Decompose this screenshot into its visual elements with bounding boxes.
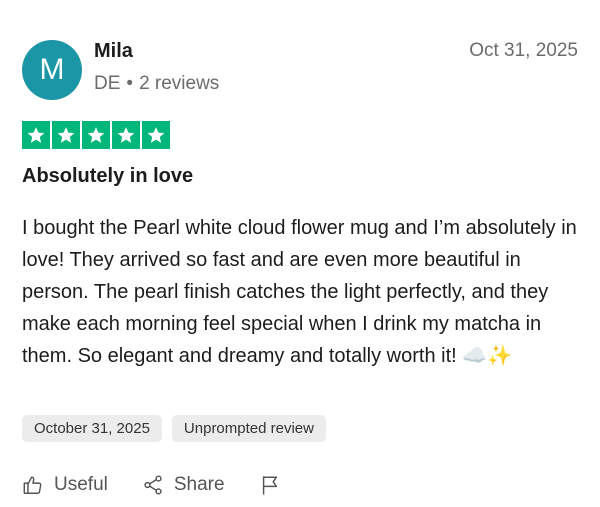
report-button[interactable]	[259, 473, 281, 497]
review-body: I bought the Pearl white cloud flower mu…	[22, 217, 577, 367]
share-icon	[142, 474, 164, 496]
share-button[interactable]: Share	[142, 474, 225, 496]
useful-label: Useful	[54, 474, 108, 495]
experience-date-tag: October 31, 2025	[22, 415, 162, 442]
review-tags: October 31, 2025 Unprompted review	[22, 415, 326, 442]
reviewer-review-count: 2 reviews	[139, 73, 220, 94]
star-icon	[52, 121, 80, 149]
review-title: Absolutely in love	[22, 165, 194, 187]
reviewer-country: DE	[94, 73, 121, 94]
thumbs-up-icon	[22, 474, 44, 496]
star-rating	[22, 121, 170, 149]
useful-button[interactable]: Useful	[22, 474, 108, 496]
review-card: M Mila DE • 2 reviews Oct 31, 2025 Absolut…	[0, 0, 600, 507]
reviewer-name[interactable]: Mila	[94, 40, 133, 63]
star-icon	[82, 121, 110, 149]
reviewer-meta: DE • 2 reviews	[94, 73, 219, 95]
review-actions: Useful Share	[22, 473, 281, 497]
share-label: Share	[173, 474, 225, 495]
meta-separator: •	[126, 73, 134, 94]
review-type-tag[interactable]: Unprompted review	[171, 415, 326, 442]
star-icon	[22, 121, 50, 149]
flag-icon	[259, 473, 281, 497]
review-date: Oct 31, 2025	[469, 40, 578, 61]
star-icon	[142, 121, 170, 149]
star-icon	[112, 121, 140, 149]
avatar[interactable]: M	[22, 40, 82, 100]
